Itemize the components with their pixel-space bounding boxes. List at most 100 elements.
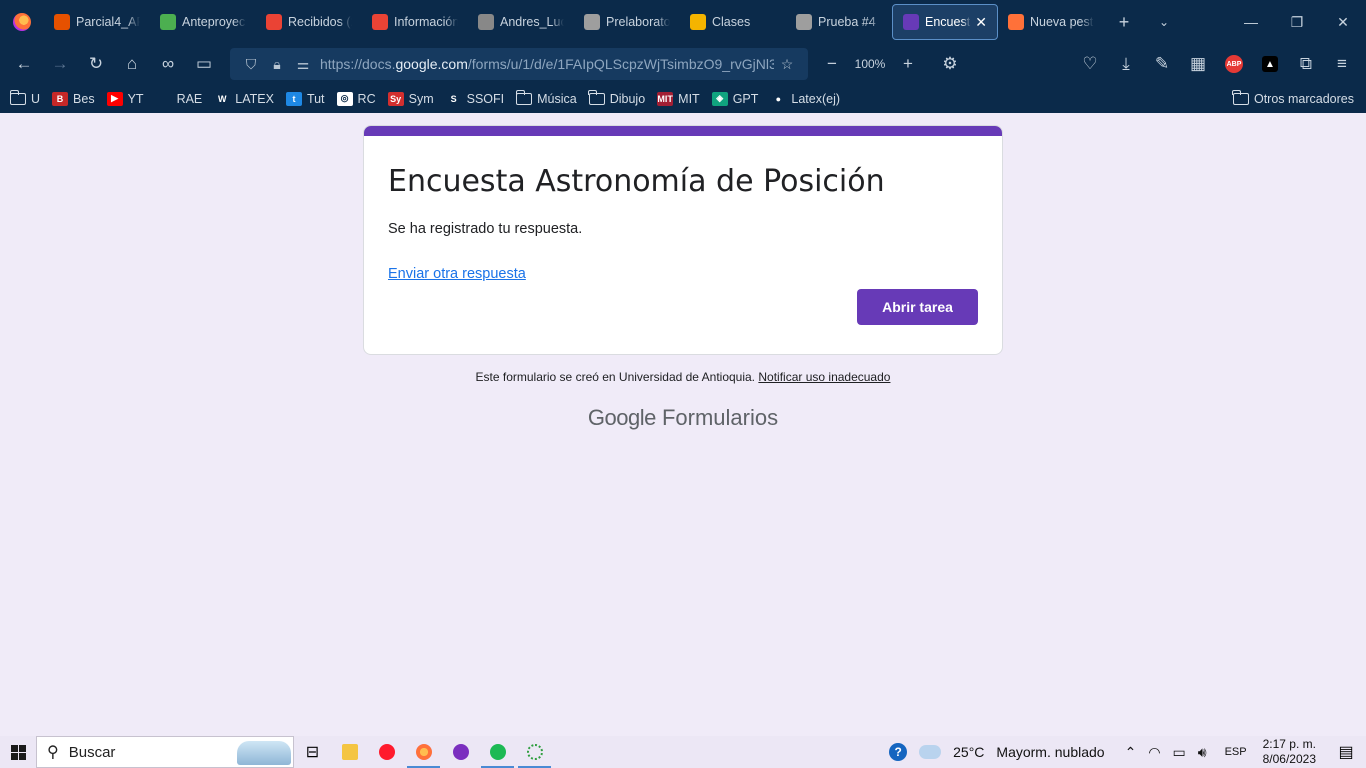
zoom-level[interactable]: 100% <box>850 57 890 71</box>
bookmark-label: Sym <box>408 91 434 106</box>
browser-tab[interactable]: Clases <box>680 0 786 44</box>
bookmark-item[interactable]: ▶ YT <box>106 91 144 106</box>
tab-label: Información <box>394 15 458 29</box>
help-icon[interactable]: ? <box>889 743 908 761</box>
shield-icon[interactable]: ⛉ <box>238 56 264 73</box>
bookmark-item[interactable]: t Tut <box>285 91 325 106</box>
tab-label: Clases <box>712 15 751 29</box>
zoom-out-button[interactable]: − <box>814 48 850 80</box>
minimize-button[interactable]: — <box>1228 0 1274 44</box>
home-icon[interactable]: ⌂ <box>114 48 150 80</box>
browser-tab[interactable]: Prelaboratorio <box>574 0 680 44</box>
lock-extension-icon[interactable]: ▲ <box>1252 48 1288 80</box>
bookmark-label: SSOFI <box>466 91 505 106</box>
search-highlight-image <box>237 741 291 765</box>
back-icon[interactable]: ← <box>6 48 42 80</box>
other-bookmarks[interactable]: Otros marcadores <box>1232 89 1354 106</box>
open-task-button[interactable]: Abrir tarea <box>857 289 978 325</box>
bookmark-item[interactable]: ◎ RC <box>336 91 376 106</box>
bookmark-item[interactable]: ● Latex(ej) <box>770 91 840 106</box>
browser-tab[interactable]: Encuesta ✕ <box>892 4 998 40</box>
firefox-menu-icon[interactable] <box>0 0 44 44</box>
start-button[interactable] <box>0 736 36 768</box>
gmail-icon <box>372 14 388 30</box>
footer-note-text: Este formulario se creó en Universidad d… <box>475 370 756 384</box>
browser-tab[interactable]: Recibidos (2 <box>256 0 362 44</box>
browser-tab[interactable]: Nueva pestaña <box>998 0 1104 44</box>
address-bar[interactable]: ⛉ 🔒︎ ⚌ https://docs.google.com/forms/u/1… <box>230 48 808 80</box>
bookmark-item[interactable]: W LATEX <box>214 91 274 106</box>
url-text[interactable]: https://docs.google.com/forms/u/1/d/e/1F… <box>320 56 774 72</box>
bookmark-item[interactable]: MIT MIT <box>657 91 700 106</box>
bookmark-label: Dibujo <box>609 91 646 106</box>
browser-tab[interactable]: Anteproyecto <box>150 0 256 44</box>
permissions-icon[interactable]: ⚌ <box>290 56 316 73</box>
bookmark-item[interactable]: U <box>9 89 41 106</box>
loading-app-icon[interactable] <box>516 736 553 768</box>
reload-icon[interactable]: ↻ <box>78 48 114 80</box>
volume-icon[interactable]: 🔊︎ <box>1198 744 1207 761</box>
downloads-icon[interactable]: ⤓ <box>1108 48 1144 80</box>
task-view-icon[interactable]: ⊟ <box>294 736 331 768</box>
firefox-taskbar-icon[interactable] <box>405 736 442 768</box>
report-abuse-link[interactable]: Notificar uso inadecuado <box>758 370 890 384</box>
weather-temperature[interactable]: 25°C <box>953 744 984 760</box>
app-menu-hamburger-icon[interactable]: ≡ <box>1324 48 1360 80</box>
bookmark-label: YT <box>127 91 144 106</box>
bookmark-label: U <box>31 91 41 106</box>
chevron-up-icon[interactable]: ⌃ <box>1125 744 1137 761</box>
browser-tab[interactable]: Información <box>362 0 468 44</box>
notification-center-icon[interactable]: ▤ <box>1326 736 1366 768</box>
forward-icon[interactable]: → <box>42 48 78 80</box>
browser-tab[interactable]: Parcial4_AP <box>44 0 150 44</box>
new-tab-button[interactable]: + <box>1104 0 1144 44</box>
bes-icon: B <box>52 91 69 106</box>
browser-tab[interactable]: Prueba #4 <box>786 0 892 44</box>
weather-cloud-icon[interactable] <box>919 745 942 759</box>
bookmark-item[interactable]: S SSOFI <box>445 91 505 106</box>
browser-tab[interactable]: Andres_Luciano <box>468 0 574 44</box>
taskbar-search[interactable]: ⚲ Buscar <box>36 736 294 768</box>
bookmark-label: Música <box>537 91 577 106</box>
google-forms-logo[interactable]: Google Formularios <box>0 405 1366 431</box>
bookmark-item[interactable]: Música <box>515 89 577 106</box>
private-mask-icon[interactable]: ∞ <box>150 48 186 80</box>
tab-label: Prelaboratorio <box>606 15 670 29</box>
navigation-toolbar: ← → ↻ ⌂ ∞ ▭ ⛉ 🔒︎ ⚌ https://docs.google.c… <box>0 44 1366 84</box>
bookmark-item[interactable]: Dibujo <box>588 89 646 106</box>
weather-description[interactable]: Mayorm. nublado <box>996 744 1104 760</box>
battery-icon[interactable]: ▭ <box>1173 744 1186 761</box>
spotify-icon[interactable] <box>479 736 516 768</box>
input-language[interactable]: ESP <box>1225 746 1247 758</box>
form-footer-note: Este formulario se creó en Universidad d… <box>0 370 1366 384</box>
close-tab-icon[interactable]: ✕ <box>975 14 987 31</box>
form-card: Encuesta Astronomía de Posición Se ha re… <box>363 125 1003 355</box>
pocket-icon[interactable]: ♡ <box>1072 48 1108 80</box>
vpn-mask-icon[interactable] <box>442 736 479 768</box>
file-explorer-icon[interactable] <box>331 736 368 768</box>
close-window-button[interactable]: ✕ <box>1320 0 1366 44</box>
clock-date: 8/06/2023 <box>1262 752 1316 766</box>
zoom-in-button[interactable]: + <box>890 48 926 80</box>
submit-another-response-link[interactable]: Enviar otra respuesta <box>388 266 526 282</box>
youtube-icon: ▶ <box>106 91 123 106</box>
settings-gear-icon[interactable]: ⚙ <box>932 48 968 80</box>
wifi-icon[interactable]: ◠ <box>1148 744 1160 761</box>
bookmark-star-icon[interactable]: ☆ <box>774 56 800 73</box>
bookmark-item[interactable]: RAE <box>155 91 202 106</box>
bookmark-item[interactable]: Sy Sym <box>387 91 434 106</box>
bookmark-item[interactable]: ◈ GPT <box>711 91 758 106</box>
adblock-plus-icon[interactable]: ABP <box>1216 48 1252 80</box>
folder-icon <box>1232 89 1249 105</box>
tab-label: Anteproyecto <box>182 15 246 29</box>
clock[interactable]: 2:17 p. m. 8/06/2023 <box>1263 737 1316 767</box>
restore-button[interactable]: ❐ <box>1274 0 1320 44</box>
sidebar-icon[interactable]: ▭ <box>186 48 222 80</box>
screenshot-icon[interactable]: ✎ <box>1144 48 1180 80</box>
extensions-puzzle-icon[interactable]: ⧉ <box>1288 48 1324 80</box>
lock-icon[interactable]: 🔒︎ <box>264 56 290 73</box>
apps-grid-icon[interactable]: ▦ <box>1180 48 1216 80</box>
bookmark-item[interactable]: B Bes <box>52 91 95 106</box>
list-all-tabs-icon[interactable]: ⌄ <box>1144 0 1184 44</box>
opera-icon[interactable] <box>368 736 405 768</box>
